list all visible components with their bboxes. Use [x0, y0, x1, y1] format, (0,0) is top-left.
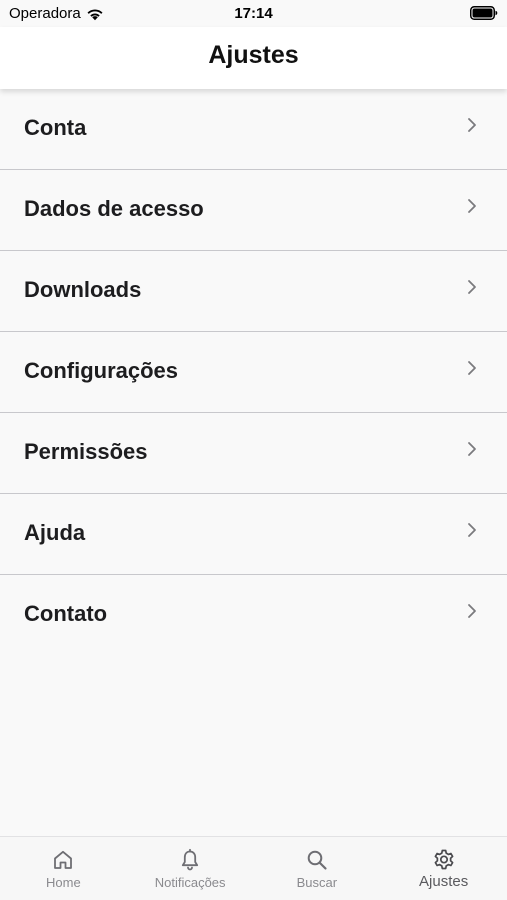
- chevron-right-icon: [468, 604, 476, 618]
- tab-home[interactable]: Home: [0, 837, 127, 900]
- tab-label: Ajustes: [419, 873, 469, 890]
- status-time: 17:14: [234, 5, 273, 22]
- tab-label: Home: [46, 875, 81, 890]
- tab-notificacoes[interactable]: Notificações: [127, 837, 254, 900]
- settings-item-contato[interactable]: Contato: [0, 575, 507, 656]
- settings-item-dados-de-acesso[interactable]: Dados de acesso: [0, 170, 507, 251]
- settings-item-label: Permissões: [24, 439, 148, 464]
- tab-bar: Home Notificações Buscar Ajustes: [0, 836, 507, 900]
- tab-label: Buscar: [296, 875, 338, 890]
- settings-item-label: Downloads: [24, 277, 142, 302]
- tab-label: Notificações: [154, 875, 226, 890]
- nav-header: Ajustes: [0, 27, 507, 89]
- settings-item-permissoes[interactable]: Permissões: [0, 413, 507, 494]
- page-title: Ajustes: [208, 41, 299, 69]
- settings-item-downloads[interactable]: Downloads: [0, 251, 507, 332]
- chevron-right-icon: [468, 280, 476, 294]
- gear-icon: [434, 849, 454, 870]
- chevron-right-icon: [468, 118, 476, 132]
- settings-item-configuracoes[interactable]: Configurações: [0, 332, 507, 413]
- settings-screen: Operadora 17:14 Ajustes Conta Dados de a…: [0, 0, 507, 900]
- settings-item-label: Ajuda: [24, 520, 86, 545]
- settings-item-label: Dados de acesso: [24, 196, 204, 221]
- search-icon: [307, 850, 327, 870]
- settings-item-label: Contato: [24, 601, 108, 626]
- chevron-right-icon: [468, 442, 476, 456]
- settings-item-label: Conta: [24, 115, 87, 140]
- settings-list: Conta Dados de acesso Downloads Configur…: [0, 89, 507, 656]
- settings-item-conta[interactable]: Conta: [0, 89, 507, 170]
- bell-icon: [182, 848, 199, 871]
- chevron-right-icon: [468, 523, 476, 537]
- tab-buscar[interactable]: Buscar: [254, 837, 381, 900]
- chevron-right-icon: [468, 361, 476, 375]
- settings-item-ajuda[interactable]: Ajuda: [0, 494, 507, 575]
- chevron-right-icon: [468, 199, 476, 213]
- home-icon: [54, 850, 73, 869]
- tab-ajustes[interactable]: Ajustes: [380, 837, 507, 900]
- settings-item-label: Configurações: [24, 358, 179, 383]
- battery-icon: [470, 6, 498, 20]
- status-bar: Operadora 17:14: [0, 0, 507, 27]
